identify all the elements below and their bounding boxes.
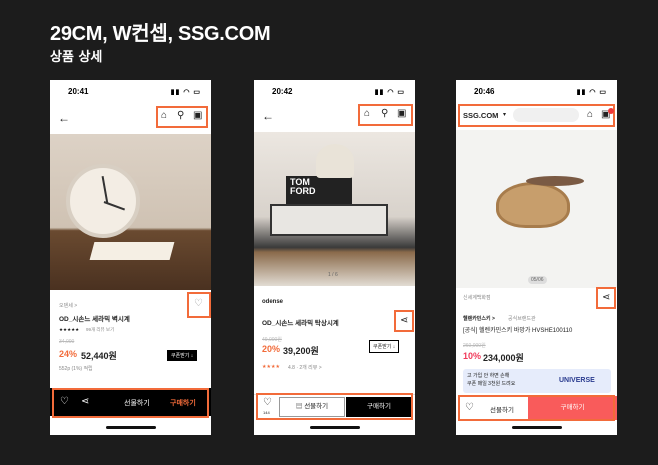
- signal-icon: ▮▮ ◠ ▭: [374, 89, 405, 96]
- brand-name[interactable]: odense: [262, 299, 283, 305]
- home-indicator: [511, 426, 562, 429]
- brand-link[interactable]: 헬렌카민스키 >: [463, 315, 495, 322]
- points-info: 552p (1%) 적립: [59, 366, 93, 372]
- promo-banner[interactable]: 고 가입 안 하면 손해 쿠폰 매일 3천원 드려요 UNIVERSE: [463, 369, 611, 393]
- search-input[interactable]: [513, 108, 579, 122]
- page-subtitle: 상품 상세: [50, 50, 103, 65]
- status-time: 20:42: [272, 87, 293, 96]
- review-link[interactable]: 4.8 · 2개 리뷰 >: [288, 364, 322, 371]
- phone-wconcept: 20:42 ▮▮ ◠ ▭ ← ⌂ ⚲ ▣ TOM FORD 1 / 6 odens…: [254, 80, 415, 435]
- bottom-bar-highlight: [52, 388, 209, 418]
- original-price: 34,000: [59, 339, 75, 345]
- search-icon[interactable]: ⚲: [381, 109, 388, 119]
- rating-stars: ★★★★★: [59, 327, 80, 332]
- home-icon[interactable]: ⌂: [364, 109, 370, 119]
- chevron-down-icon[interactable]: ▾: [503, 111, 506, 118]
- rating-stars: ★★★★: [262, 364, 280, 370]
- banner-line-2: 쿠폰 매일 3천원 드려요: [467, 381, 516, 387]
- bottom-bar-highlight: [458, 395, 615, 421]
- brand-tag: 공식브랜드관: [508, 316, 536, 322]
- product-name: OD_시손느 세라믹 탁상시계: [262, 320, 339, 327]
- book-bottom-shape: [270, 204, 388, 236]
- image-counter: 1 / 6: [328, 272, 338, 278]
- coupon-button[interactable]: 쿠폰받기 ↓: [369, 340, 400, 353]
- status-bar: 20:42 ▮▮ ◠ ▭: [254, 80, 415, 100]
- discount-rate: 20%: [262, 344, 281, 354]
- coupon-button[interactable]: 쿠폰받기 ↓: [167, 350, 198, 361]
- status-bar: 20:41 ▮▮ ◠ ▭: [50, 80, 211, 100]
- home-icon[interactable]: ⌂: [161, 111, 167, 121]
- book-shape: [89, 242, 175, 260]
- status-time: 20:46: [474, 87, 495, 96]
- product-image: 05/06: [456, 130, 617, 288]
- sale-price: 39,200원: [283, 346, 319, 356]
- home-indicator: [105, 426, 156, 429]
- clock-shape: [66, 164, 140, 238]
- banner-line-1: 고 가입 안 하면 손해: [467, 373, 510, 379]
- bottom-bar-highlight: [256, 393, 413, 420]
- sale-price: 52,440원: [81, 351, 117, 361]
- back-arrow-icon[interactable]: ←: [262, 110, 274, 122]
- clock-shape: [316, 144, 354, 178]
- book-label: TOM FORD: [290, 177, 316, 196]
- phone-ssg: 20:46 ▮▮ ◠ ▭ SSG.COM ▾ ⌂ ▣ 05/06 신세계백화점 …: [456, 80, 617, 435]
- brand-link[interactable]: 오덴세 >: [59, 302, 77, 309]
- share-icon[interactable]: ⋖: [602, 293, 610, 303]
- book-top-shape: TOM FORD: [286, 176, 352, 204]
- visor-band-shape: [526, 176, 584, 186]
- heart-icon[interactable]: ♡: [194, 299, 203, 309]
- banner-brand: UNIVERSE: [559, 377, 595, 384]
- product-image: [50, 134, 211, 290]
- home-indicator: [309, 426, 360, 429]
- back-arrow-icon[interactable]: ←: [58, 112, 70, 124]
- ssg-logo[interactable]: SSG.COM: [463, 111, 498, 120]
- status-time: 20:41: [68, 87, 89, 96]
- original-price: 260,000원: [463, 343, 486, 349]
- product-image: TOM FORD 1 / 6: [254, 132, 415, 286]
- search-icon[interactable]: ⚲: [177, 111, 184, 121]
- phone-29cm: 20:41 ▮▮ ◠ ▭ ← ⌂ ⚲ ▣ ♡ 오덴세 > OD_시손느 세라믹 …: [50, 80, 211, 435]
- product-name: OD_시손느 세라믹 벽시계: [59, 316, 130, 323]
- discount-rate: 10%: [463, 351, 482, 361]
- cart-badge: [608, 108, 614, 114]
- store-name: 신세계백화점: [463, 295, 491, 301]
- review-link[interactable]: 99개 리뷰 보기: [86, 327, 114, 333]
- share-icon[interactable]: ⋖: [400, 316, 408, 326]
- bag-icon[interactable]: ▣: [397, 109, 406, 119]
- signal-icon: ▮▮ ◠ ▭: [576, 89, 607, 96]
- visor-shape: [496, 182, 570, 228]
- page-title: 29CM, W컨셉, SSG.COM: [50, 23, 271, 45]
- bag-icon[interactable]: ▣: [193, 111, 202, 121]
- signal-icon: ▮▮ ◠ ▭: [170, 89, 201, 96]
- product-name: [공식] 헬렌카민스키 바망가 HVSHE100110: [463, 328, 573, 334]
- home-icon[interactable]: ⌂: [587, 110, 593, 120]
- sale-price: 234,000원: [483, 353, 524, 363]
- discount-rate: 24%: [59, 349, 78, 359]
- status-bar: 20:46 ▮▮ ◠ ▭: [456, 80, 617, 100]
- original-price: 49,000원: [262, 337, 282, 343]
- image-counter: 05/06: [528, 276, 547, 284]
